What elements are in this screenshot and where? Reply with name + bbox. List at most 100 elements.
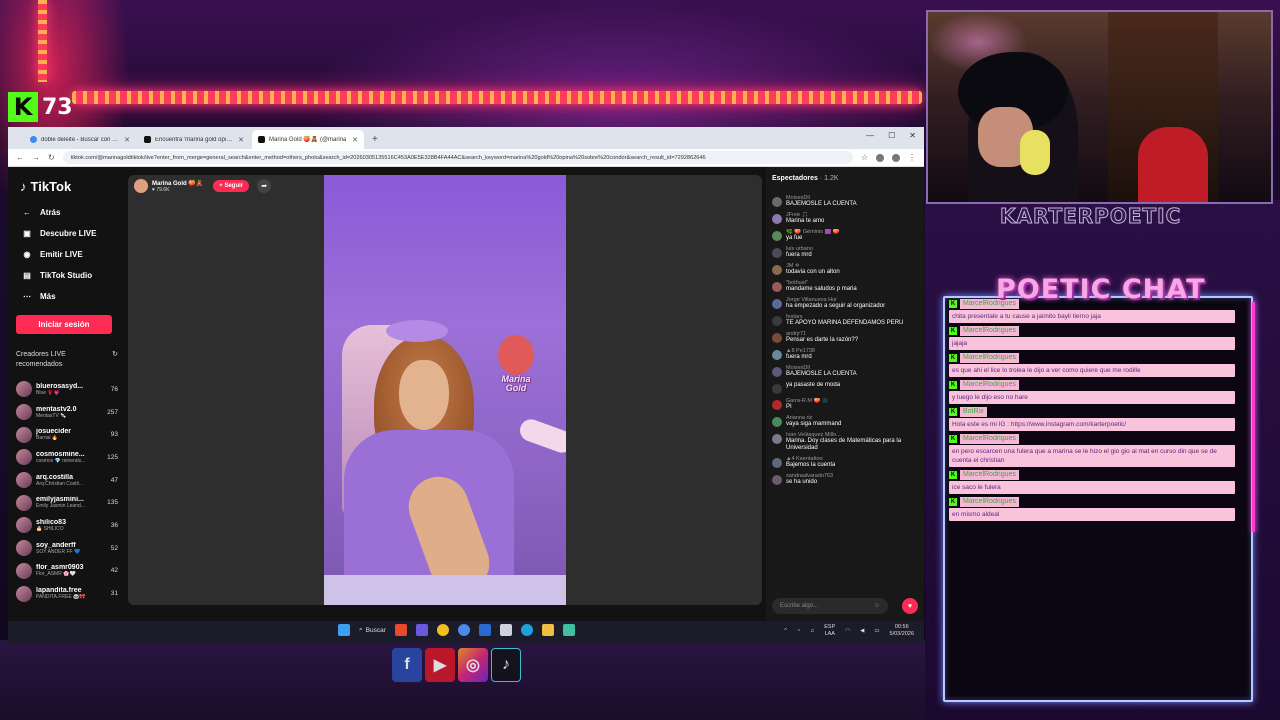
chat-input[interactable]: Escribe algo... ☺ (772, 598, 888, 614)
app-icon[interactable] (394, 624, 407, 636)
forward-icon[interactable]: → (32, 153, 40, 162)
creator-row[interactable]: arq.costilla Arq.Christian Costil... 47 (16, 469, 118, 492)
folder-icon[interactable] (541, 624, 554, 636)
creator-row[interactable]: lapandita.free PANDITA.FREE 🐼🎀 31 (16, 582, 118, 605)
viewers-label[interactable]: Espectadores (772, 175, 818, 182)
battery-icon[interactable]: ▭ (874, 628, 879, 634)
creator-row[interactable]: josuecider Barrial 🔥 93 (16, 423, 118, 446)
close-tab-icon[interactable]: ✕ (352, 136, 358, 144)
chat-avatar[interactable] (772, 384, 782, 394)
wifi-icon[interactable]: ◠ (845, 628, 850, 634)
extension-icon[interactable] (876, 153, 884, 162)
start-icon[interactable] (338, 624, 350, 636)
sidebar-item-label: TikTok Studio (40, 271, 93, 280)
menu-icon[interactable]: ⋮ (908, 153, 916, 162)
bookmark-star-icon[interactable]: ☆ (861, 153, 868, 162)
sidebar-item-more[interactable]: ⋯ Más (16, 286, 118, 307)
creator-row[interactable]: mentastv2.0 MentasTV 🍬 257 (16, 401, 118, 424)
tab-title: Marina Gold 🍑🧸 (@marina (269, 137, 347, 143)
sidebar-item-back[interactable]: ← Atrás (16, 202, 118, 223)
volume-icon[interactable]: ◀ (860, 628, 864, 634)
url-field[interactable]: tiktok.com/@marinagoldtiktok/live?enter_… (62, 151, 853, 164)
close-tab-icon[interactable]: ✕ (238, 136, 244, 144)
chrome-icon[interactable] (436, 624, 449, 636)
sidebar-item-label: Atrás (40, 208, 61, 217)
chevron-up-icon[interactable]: ^ (784, 628, 787, 634)
share-icon[interactable]: ➦ (257, 179, 272, 193)
creator-info: cosmosmine... cosmos 💎 minerals... (36, 451, 98, 464)
mic-icon[interactable]: ♫ (810, 628, 814, 634)
chat-avatar[interactable] (772, 299, 782, 309)
gift-icon[interactable]: ♥ (902, 598, 918, 614)
chat-message-body: MoisesDll BAJEMOSLE LA CUENTA (786, 195, 857, 208)
live-video-area[interactable]: Marina Gold Marina Gold 🍑🧸 ♥ 79.6K + Seg… (128, 175, 762, 605)
chat-message-body: luis urbano fuera mrd (786, 246, 813, 259)
chat-username[interactable]: Garra-R.M 🍑 🌑 (786, 398, 829, 404)
chat-avatar[interactable] (772, 316, 782, 326)
chat-avatar[interactable] (772, 434, 782, 444)
host-avatar[interactable] (134, 179, 148, 193)
chat-avatar[interactable] (772, 333, 782, 343)
led-strip (72, 91, 922, 104)
chat-avatar[interactable] (772, 400, 782, 410)
browser-icon[interactable] (457, 624, 470, 636)
chat-avatar[interactable] (772, 350, 782, 360)
language-indicator[interactable]: ESP LAA (824, 624, 835, 638)
live-video[interactable]: Marina Gold (324, 175, 566, 605)
network-icon[interactable]: ◔ (797, 628, 800, 634)
chat-text: fuera mrd (786, 354, 812, 360)
chat-message-body: JFree 🎵 Marina te amo (786, 212, 824, 225)
chat-message: festars TE APOYO MARINA DEFENDAMOS PERU (772, 314, 918, 327)
follow-button[interactable]: + Seguir (213, 180, 250, 192)
chat-avatar[interactable] (772, 197, 782, 207)
chat-avatar[interactable] (772, 458, 782, 468)
creator-row[interactable]: soy_anderff SOY ANDER FF 💙 52 (16, 537, 118, 560)
language-code: ESP (824, 624, 836, 630)
sidebar-item-go-live[interactable]: ◉ Emitir LIVE (16, 244, 118, 265)
chat-avatar[interactable] (772, 417, 782, 427)
profile-avatar[interactable] (892, 153, 900, 162)
emoji-icon[interactable]: ☺ (874, 603, 880, 609)
back-icon[interactable]: ← (16, 153, 24, 162)
sidebar-item-tiktok-studio[interactable]: ▤ TikTok Studio (16, 265, 118, 286)
kick-badge-icon: K (949, 326, 957, 335)
login-button[interactable]: Iniciar sesión (16, 315, 112, 334)
chat-avatar[interactable] (772, 475, 782, 485)
browser-tab-active[interactable]: Marina Gold 🍑🧸 (@marina ✕ (252, 130, 364, 149)
app-icon[interactable] (415, 624, 428, 636)
chat-avatar[interactable] (772, 248, 782, 258)
chat-avatar[interactable] (772, 367, 782, 377)
chat-avatar[interactable] (772, 231, 782, 241)
taskbar-search[interactable]: ⌕ Buscar (359, 626, 386, 634)
creator-row[interactable]: bluerosasyd... Blue 🌹💗 76 (16, 378, 118, 401)
refresh-icon[interactable]: ↻ (112, 350, 118, 370)
new-tab-button[interactable]: + (366, 134, 384, 149)
poetic-chat-text: chita presentale a tu cause a jaimito ba… (949, 310, 1235, 323)
chat-avatar[interactable] (772, 214, 782, 224)
close-window-icon[interactable]: ✕ (909, 131, 916, 140)
host-name[interactable]: Marina Gold 🍑🧸 (152, 180, 203, 187)
sidebar-item-label: Más (40, 292, 56, 301)
browser-tab[interactable]: Encuentra 'marina gold opina o ✕ (138, 130, 250, 149)
creator-row[interactable]: emilyjasmini... Emily Jasmin Leand... 135 (16, 491, 118, 514)
chat-message: JM ✡ todavia con un alton (772, 263, 918, 276)
sidebar-item-discover-live[interactable]: ▣ Descubre LIVE (16, 223, 118, 244)
chat-avatar[interactable] (772, 282, 782, 292)
taskbar-clock[interactable]: 00:56 5/03/2026 (890, 624, 914, 638)
browser-tab[interactable]: doble deleite - Buscar con Goo ✕ (24, 130, 136, 149)
reload-icon[interactable]: ↻ (48, 153, 55, 162)
tiktok-logo[interactable]: ♪ TikTok (16, 179, 118, 194)
mail-icon[interactable] (478, 624, 491, 636)
chat-message-body: Arianna riz vaya siga mammand (786, 415, 841, 428)
maximize-icon[interactable]: ☐ (888, 131, 895, 140)
minimize-icon[interactable]: — (866, 131, 874, 140)
chat-message-body: ▲8 Pe1738 fuera mrd (786, 348, 815, 361)
app-icon[interactable] (562, 624, 575, 636)
close-tab-icon[interactable]: ✕ (124, 136, 130, 144)
chat-avatar[interactable] (772, 265, 782, 275)
edge-icon[interactable] (520, 624, 533, 636)
store-icon[interactable] (499, 624, 512, 636)
creator-row[interactable]: flor_asmr0903 Flor_ASMR 🌸🤍 42 (16, 560, 118, 583)
creator-row[interactable]: cosmosmine... cosmos 💎 minerals... 125 (16, 446, 118, 469)
creator-row[interactable]: shilico83 🎂 SHILICO 36 (16, 514, 118, 537)
